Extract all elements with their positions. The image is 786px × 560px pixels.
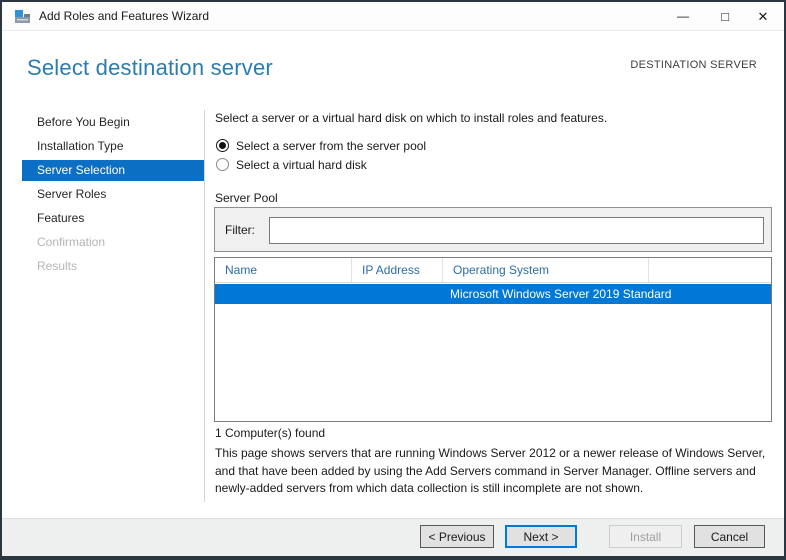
radio-server-pool-label: Select a server from the server pool	[236, 139, 426, 153]
sidebar-item-before-you-begin[interactable]: Before You Begin	[22, 112, 204, 133]
intro-text: Select a server or a virtual hard disk o…	[215, 111, 607, 125]
close-icon[interactable]: ✕	[746, 2, 780, 31]
sidebar-item-results: Results	[22, 256, 204, 277]
server-pool-table[interactable]: Name IP Address Operating System Microso…	[214, 257, 772, 422]
sidebar-item-confirmation: Confirmation	[22, 232, 204, 253]
title-bar: Add Roles and Features Wizard — □ ✕	[2, 2, 784, 31]
radio-virtual-hard-disk-label: Select a virtual hard disk	[236, 158, 367, 172]
destination-server-badge: DESTINATION SERVER	[630, 59, 757, 71]
column-header-name[interactable]: Name	[215, 258, 352, 282]
server-pool-label: Server Pool	[215, 191, 278, 205]
column-header-blank	[649, 258, 771, 282]
computers-found-text: 1 Computer(s) found	[215, 426, 325, 440]
wizard-steps: Before You Begin Installation Type Serve…	[22, 112, 204, 280]
column-header-operating-system[interactable]: Operating System	[443, 258, 649, 282]
page-title: Select destination server	[27, 55, 273, 81]
minimize-icon[interactable]: —	[666, 2, 700, 31]
install-button: Install	[609, 525, 682, 548]
button-bar: < Previous Next > Install Cancel	[2, 518, 784, 556]
previous-button[interactable]: < Previous	[420, 525, 494, 548]
column-header-ip-address[interactable]: IP Address	[352, 258, 443, 282]
maximize-icon[interactable]: □	[708, 2, 742, 31]
filter-panel: Filter:	[214, 207, 772, 252]
cancel-button[interactable]: Cancel	[694, 525, 765, 548]
table-row[interactable]: Microsoft Windows Server 2019 Standard	[215, 284, 771, 304]
radio-virtual-hard-disk[interactable]: Select a virtual hard disk	[216, 157, 367, 172]
radio-server-pool[interactable]: Select a server from the server pool	[216, 138, 426, 153]
cell-ip-address	[353, 284, 444, 304]
app-icon	[14, 8, 31, 25]
window-title: Add Roles and Features Wizard	[39, 9, 209, 23]
next-button[interactable]: Next >	[505, 525, 577, 548]
radio-unselected-icon[interactable]	[216, 158, 229, 171]
filter-label: Filter:	[225, 223, 255, 237]
filter-input[interactable]	[269, 217, 764, 244]
sidebar-item-server-roles[interactable]: Server Roles	[22, 184, 204, 205]
table-header: Name IP Address Operating System	[215, 258, 771, 283]
sidebar-item-installation-type[interactable]: Installation Type	[22, 136, 204, 157]
sidebar-divider	[204, 110, 205, 502]
radio-selected-icon[interactable]	[216, 139, 229, 152]
cell-operating-system: Microsoft Windows Server 2019 Standard	[444, 284, 744, 304]
sidebar-item-server-selection[interactable]: Server Selection	[22, 160, 204, 181]
cell-name	[215, 284, 353, 304]
page-description: This page shows servers that are running…	[215, 445, 775, 498]
wizard-window: Add Roles and Features Wizard — □ ✕ Sele…	[0, 0, 786, 560]
sidebar-item-features[interactable]: Features	[22, 208, 204, 229]
